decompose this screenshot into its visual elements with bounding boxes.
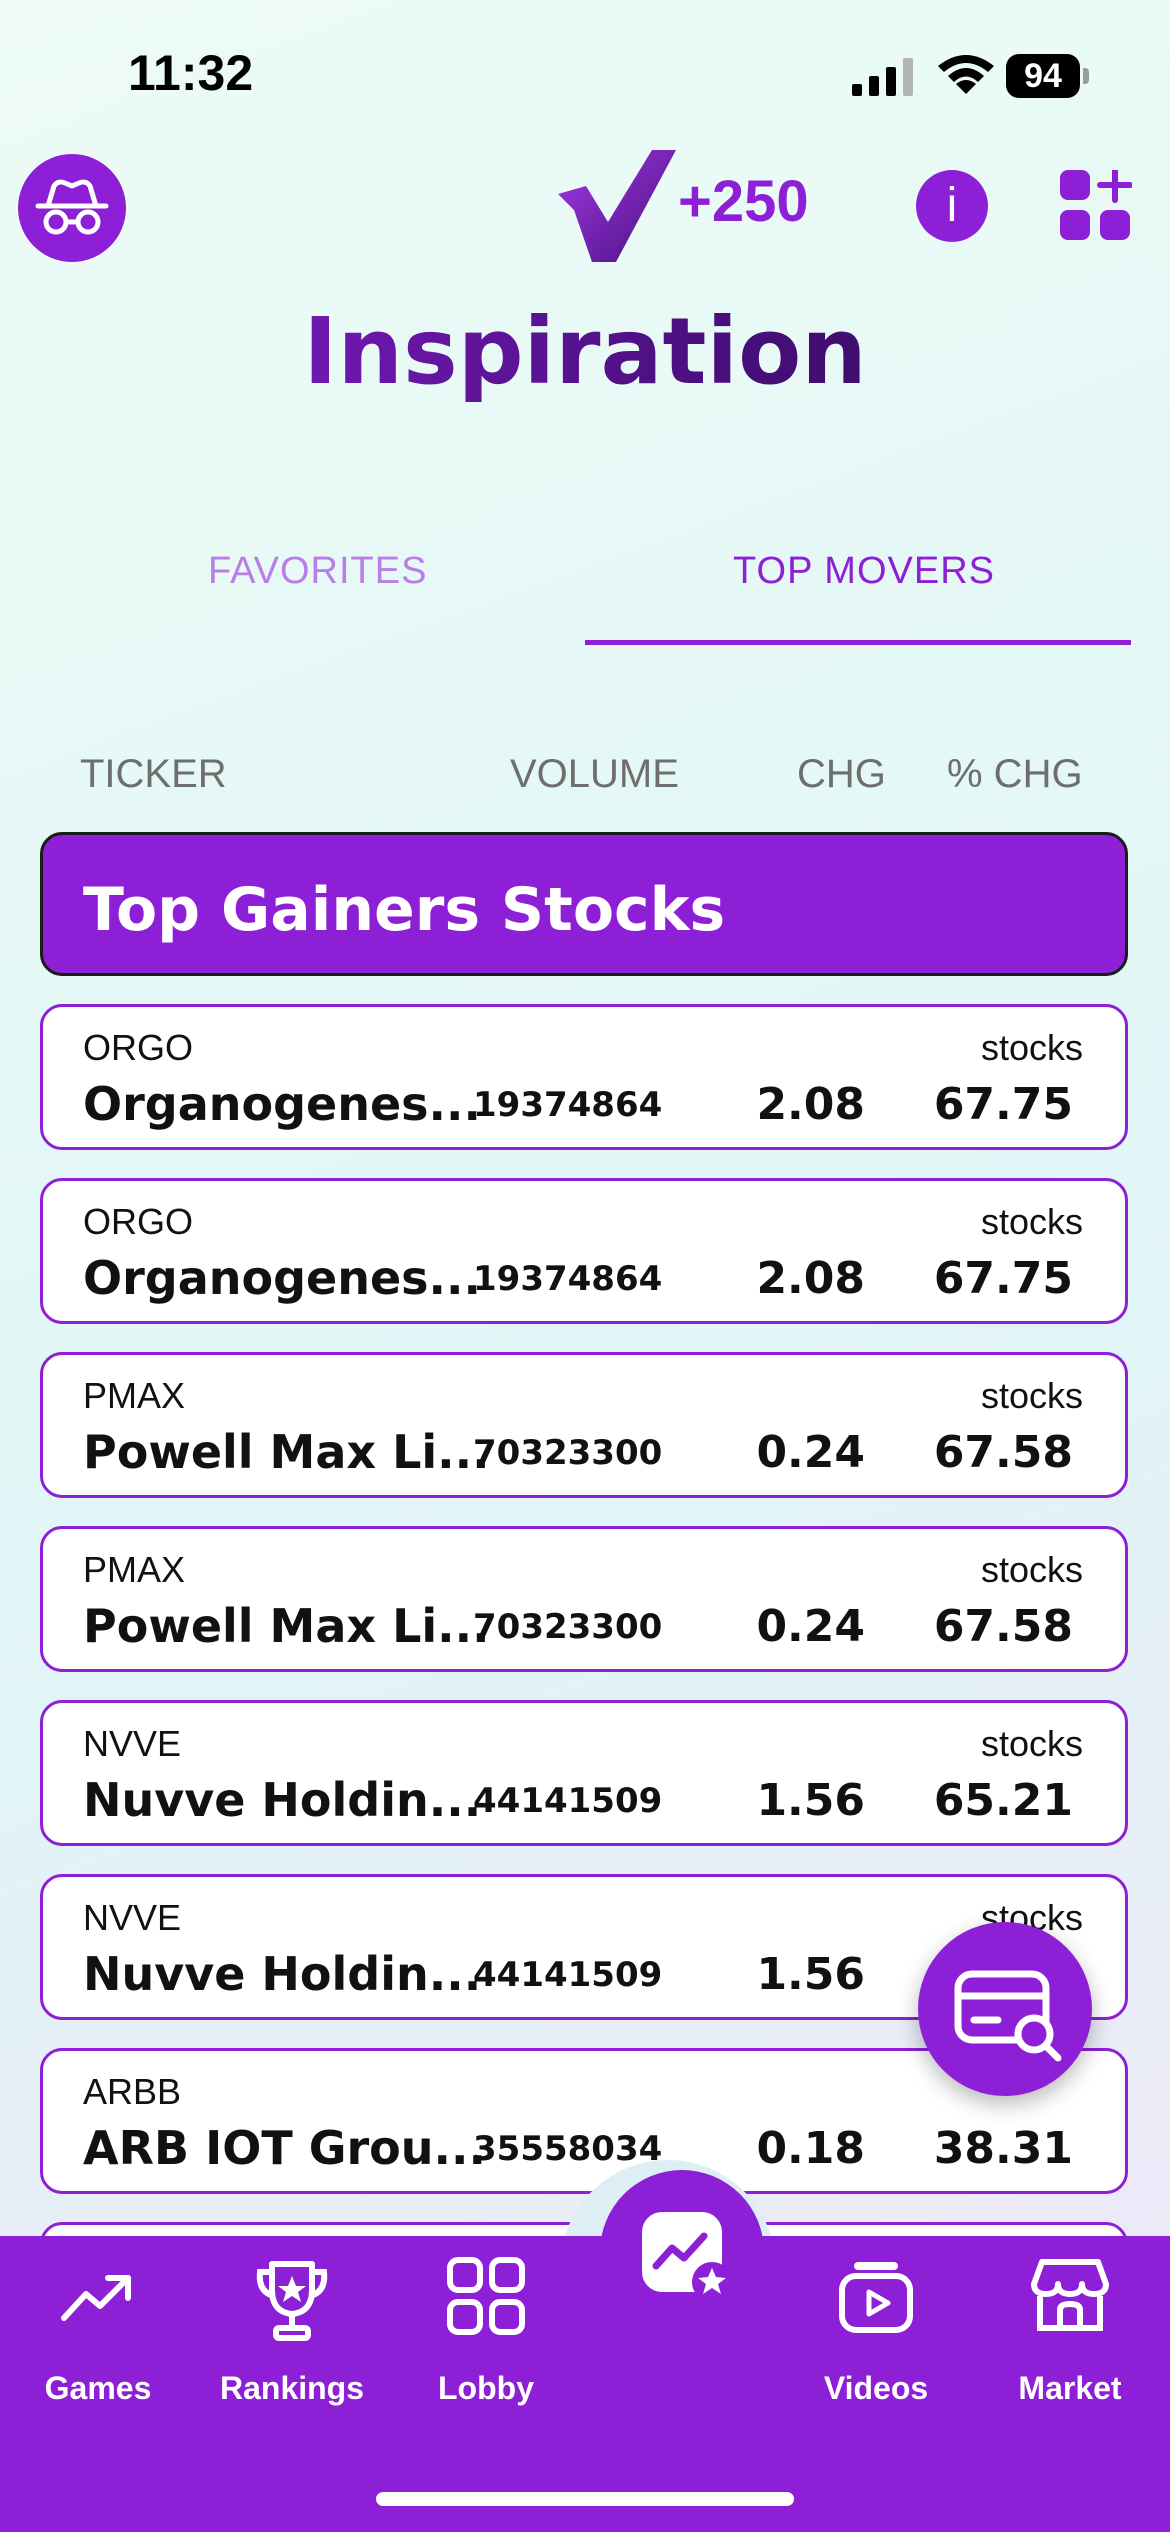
row-name: Powell Max Li...	[83, 1599, 490, 1653]
row-volume: 44141509	[473, 1781, 663, 1821]
row-type: stocks	[980, 1549, 1083, 1590]
points-counter: +250	[678, 169, 809, 234]
card-search-button[interactable]	[918, 1922, 1092, 2096]
info-button[interactable]: i	[916, 170, 988, 242]
row-volume: 19374864	[473, 1085, 663, 1125]
row-volume: 19374864	[473, 1259, 663, 1299]
stock-row[interactable]: ORGO stocks Organogenes... 19374864 2.08…	[40, 1004, 1128, 1150]
grid-icon	[447, 2257, 525, 2335]
row-volume: 70323300	[473, 1433, 663, 1473]
active-tab-indicator	[585, 640, 1131, 645]
row-chg: 0.24	[756, 1427, 865, 1478]
section-banner: Top Gainers Stocks	[40, 832, 1128, 976]
row-name: Organogenes...	[83, 1077, 481, 1131]
nav-videos-label: Videos	[823, 2370, 929, 2406]
battery-icon: 94	[1006, 54, 1090, 98]
column-header-pchg: % CHG	[947, 752, 1083, 796]
info-icon: i	[946, 179, 958, 232]
row-pchg: 67.75	[933, 1079, 1073, 1130]
video-play-icon	[839, 2262, 913, 2333]
section-title: Top Gainers Stocks	[83, 875, 726, 945]
row-pchg: 38.31	[933, 2123, 1073, 2174]
storefront-icon	[1031, 2259, 1109, 2331]
row-type: stocks	[980, 1201, 1083, 1242]
column-header-chg: CHG	[797, 752, 886, 796]
row-name: Powell Max Li...	[83, 1425, 490, 1479]
column-header-volume: VOLUME	[510, 752, 679, 796]
row-volume: 70323300	[473, 1607, 663, 1647]
page-title: Inspiration	[0, 298, 1170, 405]
stock-row[interactable]: PMAX stocks Powell Max Li... 70323300 0.…	[40, 1526, 1128, 1672]
row-chg: 2.08	[756, 1079, 865, 1130]
column-header-ticker: TICKER	[80, 752, 227, 796]
row-chg: 0.18	[756, 2123, 865, 2174]
row-ticker: NVVE	[83, 1723, 182, 1764]
signal-icon	[852, 58, 913, 96]
row-type: stocks	[980, 1375, 1083, 1416]
row-volume: 44141509	[473, 1955, 663, 1995]
row-ticker: PMAX	[83, 1549, 186, 1590]
checkmark-logo-icon	[558, 150, 676, 262]
row-name: Organogenes...	[83, 1251, 481, 1305]
row-ticker: ORGO	[83, 1201, 194, 1242]
battery-level: 94	[1006, 54, 1080, 98]
nav-games-label: Games	[44, 2370, 152, 2406]
nav-center-button[interactable]	[600, 2170, 764, 2334]
stock-row[interactable]: PMAX stocks Powell Max Li... 70323300 0.…	[40, 1352, 1128, 1498]
spy-incognito-button[interactable]	[18, 154, 126, 262]
add-widget-icon[interactable]	[1060, 170, 1132, 242]
stock-row[interactable]: NVVE stocks Nuvve Holdin... 44141509 1.5…	[40, 1700, 1128, 1846]
stock-row[interactable]: ORGO stocks Organogenes... 19374864 2.08…	[40, 1178, 1128, 1324]
row-pchg: 67.75	[933, 1253, 1073, 1304]
chart-star-icon	[642, 2212, 732, 2302]
status-time: 11:32	[128, 45, 254, 101]
nav-lobby-label: Lobby	[438, 2370, 534, 2406]
row-ticker: NVVE	[83, 1897, 182, 1938]
row-ticker: PMAX	[83, 1375, 186, 1416]
row-chg: 1.56	[756, 1949, 865, 2000]
trending-up-icon	[61, 2275, 131, 2321]
home-indicator	[376, 2492, 794, 2506]
row-name: ARB IOT Grou...	[83, 2121, 486, 2175]
row-name: Nuvve Holdin...	[83, 1947, 482, 2001]
tab-favorites[interactable]: FAVORITES	[208, 550, 427, 593]
nav-market-label: Market	[1018, 2370, 1122, 2406]
row-pchg: 67.58	[933, 1427, 1073, 1478]
row-name: Nuvve Holdin...	[83, 1773, 482, 1827]
row-type: stocks	[980, 1723, 1083, 1764]
row-pchg: 65.21	[933, 1775, 1073, 1826]
bottom-nav: Games Rankings Lobby Videos Market	[0, 2236, 1170, 2532]
row-ticker: ARBB	[83, 2071, 182, 2112]
nav-rankings-label: Rankings	[219, 2370, 365, 2406]
row-chg: 2.08	[756, 1253, 865, 1304]
row-chg: 0.24	[756, 1601, 865, 1652]
wifi-icon	[938, 55, 994, 94]
row-chg: 1.56	[756, 1775, 865, 1826]
card-search-icon	[954, 1970, 1062, 2062]
spy-incognito-icon	[35, 179, 109, 235]
row-type: stocks	[980, 1027, 1083, 1068]
row-ticker: ORGO	[83, 1027, 194, 1068]
tab-top-movers[interactable]: TOP MOVERS	[733, 550, 995, 593]
row-volume: 35558034	[473, 2129, 663, 2169]
trophy-icon	[256, 2261, 328, 2341]
row-pchg: 67.58	[933, 1601, 1073, 1652]
